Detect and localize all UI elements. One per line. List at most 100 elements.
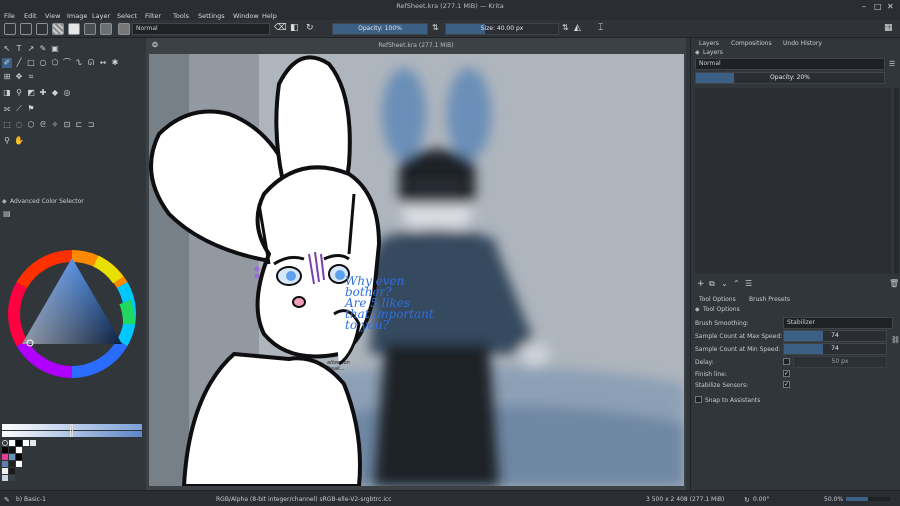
swatch[interactable] xyxy=(2,454,8,460)
swatch[interactable] xyxy=(2,475,8,481)
layer-properties-icon[interactable]: ☰ xyxy=(745,279,752,288)
swatch[interactable] xyxy=(9,475,15,481)
move-icon[interactable]: ✥ xyxy=(14,72,24,82)
slider-handle[interactable] xyxy=(70,424,73,437)
swatch[interactable] xyxy=(16,461,22,467)
line-tool-icon[interactable]: ╱ xyxy=(14,58,24,68)
rectangle-tool-icon[interactable]: □ xyxy=(26,58,36,68)
swatch[interactable] xyxy=(2,461,8,467)
sample-max-slider[interactable]: 74 xyxy=(783,330,887,342)
zoom-icon[interactable]: ⚲ xyxy=(2,136,12,146)
swatch[interactable] xyxy=(2,468,8,474)
freehand-brush-icon[interactable]: ✐ xyxy=(2,58,12,68)
menu-window[interactable]: Window xyxy=(233,12,259,20)
similar-select-icon[interactable]: ⊡ xyxy=(62,120,72,130)
swatch[interactable] xyxy=(30,440,36,446)
delete-layer-icon[interactable]: 🗑 xyxy=(889,279,899,288)
document-tab[interactable]: RefSheet.kra (277.1 MiB) xyxy=(146,40,686,52)
move-layer-up-icon[interactable]: ⌃ xyxy=(733,279,740,288)
layer-opacity-slider[interactable]: Opacity: 20% xyxy=(695,72,885,84)
layer-scrollbar[interactable] xyxy=(894,88,899,274)
swatch[interactable] xyxy=(9,454,15,460)
no-color-icon[interactable] xyxy=(2,440,8,446)
menu-view[interactable]: View xyxy=(45,12,60,20)
minimize-icon[interactable]: – xyxy=(862,2,866,11)
multibrush-icon[interactable]: ✱ xyxy=(110,58,120,68)
enclose-fill-icon[interactable]: ◎ xyxy=(62,88,72,98)
tab-undo-history[interactable]: Undo History xyxy=(783,40,822,47)
menu-settings[interactable]: Settings xyxy=(198,12,225,20)
magnetic-select-icon[interactable]: ⊐ xyxy=(86,120,96,130)
move-layer-down-icon[interactable]: ⌄ xyxy=(721,279,728,288)
zoom-slider[interactable] xyxy=(846,497,890,501)
pattern-icon[interactable] xyxy=(52,23,64,35)
layer-list[interactable] xyxy=(695,88,891,274)
menu-filter[interactable]: Filter xyxy=(145,12,161,20)
size-lock-icon[interactable]: ⇅ xyxy=(562,23,574,35)
pan-icon[interactable]: ✋ xyxy=(14,136,24,146)
menu-select[interactable]: Select xyxy=(117,12,137,20)
swatch[interactable] xyxy=(9,468,15,474)
polygon-select-icon[interactable]: ⬡ xyxy=(26,120,36,130)
tab-layers[interactable]: Layers xyxy=(699,40,719,47)
add-layer-icon[interactable]: + xyxy=(697,279,705,289)
link-icon[interactable]: ⛓ xyxy=(891,336,900,344)
brush-preset-icon[interactable] xyxy=(100,23,112,35)
polygon-tool-icon[interactable]: ⬠ xyxy=(50,58,60,68)
mirror-horizontal-icon[interactable]: ◭ xyxy=(574,23,586,35)
color-settings-icon[interactable]: ▤ xyxy=(3,209,11,218)
freehand-path-icon[interactable]: ᘏ xyxy=(86,58,96,68)
transform-icon[interactable]: ⊞ xyxy=(2,72,12,82)
maximize-icon[interactable]: □ xyxy=(874,2,882,11)
swatch[interactable] xyxy=(16,454,22,460)
tab-tool-options[interactable]: Tool Options xyxy=(699,296,736,303)
brush-preview-icon[interactable] xyxy=(118,23,130,35)
open-document-icon[interactable] xyxy=(20,23,32,35)
rect-select-icon[interactable]: ⬚ xyxy=(2,120,12,130)
swatch[interactable] xyxy=(16,447,22,453)
polyline-tool-icon[interactable]: ⌒ xyxy=(62,58,72,68)
swatch[interactable] xyxy=(9,447,15,453)
measure-icon[interactable]: ⟋ xyxy=(14,104,24,114)
bezier-tool-icon[interactable]: ᔐ xyxy=(74,58,84,68)
wrap-around-icon[interactable]: ⌶ xyxy=(598,23,610,35)
layer-blend-select[interactable]: Normal xyxy=(695,58,885,70)
save-document-icon[interactable] xyxy=(36,23,48,35)
menu-image[interactable]: Image xyxy=(67,12,87,20)
color-wheel-graphic[interactable] xyxy=(0,240,146,388)
fill-tool-icon[interactable]: ◆ xyxy=(50,88,60,98)
reload-icon[interactable]: ↻ xyxy=(306,23,318,35)
ellipse-select-icon[interactable]: ◌ xyxy=(14,120,24,130)
sample-min-slider[interactable]: 74 xyxy=(783,343,887,355)
bezier-select-icon[interactable]: ⊏ xyxy=(74,120,84,130)
menu-edit[interactable]: Edit xyxy=(24,12,37,20)
calligraphy-icon[interactable]: ✎ xyxy=(38,44,48,54)
reference-icon[interactable]: ⚑ xyxy=(26,104,36,114)
swatch[interactable] xyxy=(16,440,22,446)
color-swatches[interactable] xyxy=(0,440,40,490)
opacity-lock-icon[interactable]: ⇅ xyxy=(432,23,444,35)
dynamic-brush-icon[interactable]: ↭ xyxy=(98,58,108,68)
brush-smoothing-select[interactable]: Stabilizer xyxy=(783,317,893,329)
ellipse-tool-icon[interactable]: ○ xyxy=(38,58,48,68)
colorize-mask-icon[interactable]: ◩ xyxy=(26,88,36,98)
color-sliders[interactable] xyxy=(0,424,146,440)
menu-help[interactable]: Help xyxy=(262,12,277,20)
delay-slider[interactable]: 50 px xyxy=(793,356,887,368)
swatch[interactable] xyxy=(2,447,8,453)
tab-brush-presets[interactable]: Brush Presets xyxy=(749,296,790,303)
assistant-tool-icon[interactable]: ▣ xyxy=(50,44,60,54)
opacity-slider[interactable]: Opacity: 100% xyxy=(332,23,428,35)
finish-line-checkbox[interactable]: ✓ xyxy=(783,370,790,377)
color-picker-icon[interactable]: ⚲ xyxy=(14,88,24,98)
tab-compositions[interactable]: Compositions xyxy=(731,40,772,47)
blend-mode-select[interactable]: Normal xyxy=(132,23,270,35)
duplicate-layer-icon[interactable]: ⧉ xyxy=(709,279,715,289)
gradient-tool-icon[interactable]: ◨ xyxy=(2,88,12,98)
swatch[interactable] xyxy=(9,461,15,467)
color-wheel[interactable] xyxy=(0,240,146,388)
swatch[interactable] xyxy=(9,440,15,446)
artwork[interactable] xyxy=(149,54,684,486)
workspace-icon[interactable]: ▦ xyxy=(884,23,896,35)
drawing-canvas[interactable]: Why even bother? Are 5 likes that import… xyxy=(149,54,684,486)
